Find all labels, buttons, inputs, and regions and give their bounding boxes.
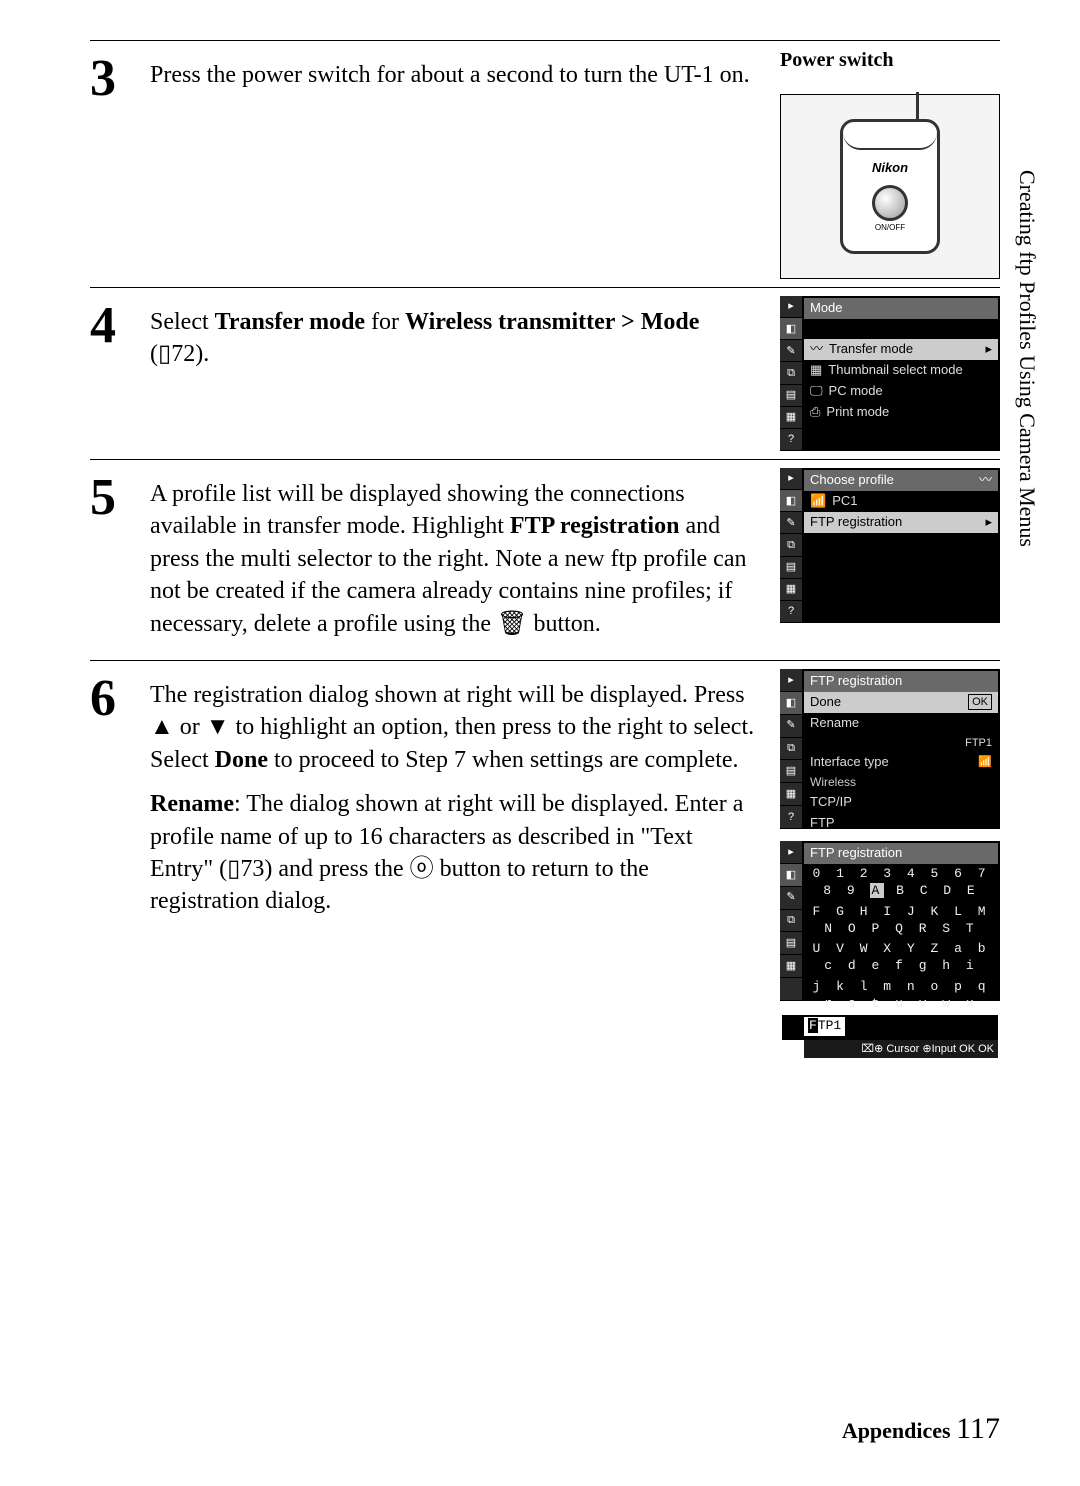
camera-menu-mode: ▸◧✎⧉▤▦? Mode 〰Transfer mode▸ ▦Thumbnail … <box>780 296 1000 451</box>
menu-ftp: FTP <box>804 813 998 834</box>
power-switch-caption: Power switch <box>780 49 1000 72</box>
side-section-label: Creating ftp Profiles Using Camera Menus <box>1014 170 1040 547</box>
trash-icon: 🗑 <box>497 610 527 637</box>
step-5-text: A profile list will be displayed showing… <box>150 468 760 652</box>
step-4: 4 Select Transfer mode for Wireless tran… <box>90 287 1000 460</box>
power-button-icon <box>872 185 908 221</box>
menu-tcpip: TCP/IP <box>804 792 998 813</box>
device-brand: Nikon <box>843 160 937 175</box>
menu-rename: Rename <box>804 713 998 734</box>
menu-done: DoneOK <box>804 692 998 713</box>
profile-ftp-registration: FTP registration▸ <box>804 512 998 533</box>
step-number: 4 <box>90 296 150 352</box>
menu-interface: Interface type📶 <box>804 752 998 773</box>
menu-item-thumbnail: ▦Thumbnail select mode <box>804 360 998 381</box>
down-triangle-icon: ▼ <box>206 713 230 740</box>
step-number: 6 <box>90 669 150 725</box>
camera-menu-choose-profile: ▸◧✎⧉▤▦? Choose profile〰 📶PC1 FTP registr… <box>780 468 1000 623</box>
camera-menu-text-entry: ▸◧✎⧉▤▦ FTP registration 0 1 2 3 4 5 6 7 … <box>780 841 1000 1001</box>
text-input-field: FTP1 <box>782 1015 998 1040</box>
page-ref-icon: ▯ <box>227 855 240 882</box>
step-3-text: Press the power switch for about a secon… <box>150 49 760 279</box>
camera-menu-ftp-registration: ▸◧✎⧉▤▦? FTP registration DoneOK Rename F… <box>780 669 1000 829</box>
menu-item-print: ⎙Print mode <box>804 402 998 423</box>
step-number: 3 <box>90 49 150 105</box>
up-triangle-icon: ▲ <box>150 713 174 740</box>
text-entry-footer: ⌧⊕ Cursor ⊕Input OK OK <box>804 1040 998 1058</box>
device-illustration: Nikon ON/OFF <box>780 94 1000 279</box>
profile-pc1: 📶PC1 <box>804 491 998 512</box>
step-4-text: Select Transfer mode for Wireless transm… <box>150 296 760 451</box>
step-6: 6 The registration dialog shown at right… <box>90 660 1000 1009</box>
step-number: 5 <box>90 468 150 524</box>
step-6-text: The registration dialog shown at right w… <box>150 669 760 1001</box>
step-5: 5 A profile list will be displayed showi… <box>90 459 1000 661</box>
page-footer: Appendices 117 <box>842 1412 1000 1446</box>
menu-item-pc: 🖵PC mode <box>804 381 998 402</box>
page-ref-icon: ▯ <box>158 340 171 367</box>
step-3: 3 Press the power switch for about a sec… <box>90 40 1000 288</box>
menu-item-transfer-mode: 〰Transfer mode▸ <box>804 339 998 360</box>
ok-icon: ⓞ <box>410 855 434 882</box>
